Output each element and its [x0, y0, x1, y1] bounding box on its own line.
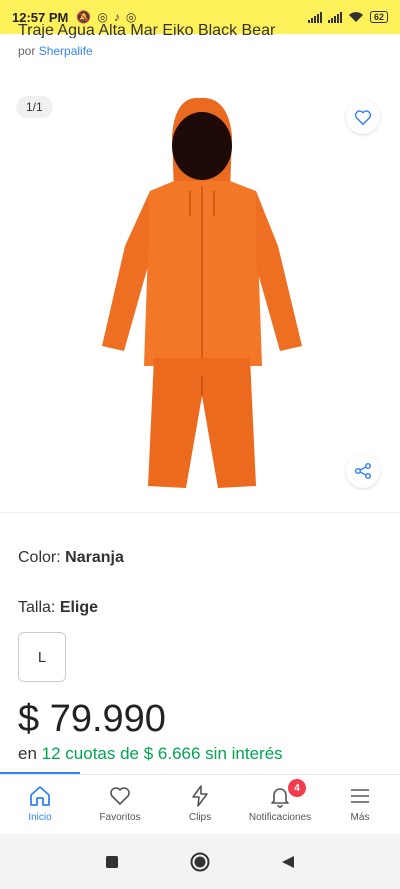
home-icon [30, 786, 50, 806]
seller-line: por Sherpalife [18, 44, 93, 58]
gallery-counter: 1/1 [16, 96, 53, 118]
size-label: Talla: [18, 599, 56, 616]
favorite-button[interactable] [346, 100, 380, 134]
installments-info: en 12 cuotas de $ 6.666 sin interés [18, 744, 283, 764]
back-icon[interactable] [281, 855, 295, 869]
recent-apps-icon[interactable] [105, 855, 119, 869]
tiktok-icon: ♪ [113, 10, 120, 24]
nav-item-mas[interactable]: Más [320, 775, 400, 834]
heart-icon [110, 787, 130, 805]
share-icon [354, 462, 372, 480]
instagram-icon: ◎ [97, 10, 108, 24]
nav-label: Más [350, 812, 370, 823]
size-option-l[interactable]: L [18, 632, 66, 682]
wifi-icon [348, 12, 363, 22]
battery-icon: 62 [369, 11, 388, 23]
nav-label: Inicio [28, 812, 52, 823]
signal-icon [307, 11, 322, 23]
installments-prefix: en [18, 744, 37, 763]
size-value: Elige [59, 599, 99, 616]
status-notification-icons: 🔕 ◎ ♪ ◎ [76, 10, 136, 24]
nav-label: Clips [188, 812, 212, 823]
color-selector[interactable]: Color: Naranja [18, 549, 124, 567]
signal-icon [327, 11, 342, 23]
instagram-icon: ◎ [125, 10, 137, 24]
color-value: Naranja [65, 549, 124, 566]
android-navigation-bar [0, 834, 400, 889]
seller-link[interactable]: Sherpalife [39, 44, 93, 58]
product-price: $ 79.990 [18, 698, 166, 740]
seller-prefix: por [18, 44, 36, 58]
color-label: Color: [18, 549, 61, 566]
heart-icon [354, 110, 372, 125]
nav-label: Favoritos [99, 812, 141, 823]
home-circle-icon[interactable] [190, 852, 210, 872]
size-selector: Talla: Elige [18, 599, 98, 617]
product-image [102, 97, 302, 488]
divider [0, 512, 400, 513]
notification-badge: 4 [288, 779, 306, 797]
status-time: 12:57 PM [12, 9, 69, 25]
product-gallery[interactable]: 1/1 [0, 82, 400, 512]
bottom-navigation: Inicio Favoritos Clips 4 Notificaciones … [0, 774, 400, 834]
installments-text: 12 cuotas de $ 6.666 sin interés [41, 744, 283, 763]
nav-item-notificaciones[interactable]: 4 Notificaciones [240, 775, 320, 834]
nav-label: Notificaciones [248, 812, 312, 823]
nav-item-inicio[interactable]: Inicio [0, 775, 80, 834]
product-title: Traje Agua Alta Mar Eiko Black Bear [18, 24, 276, 38]
status-system-icons: 62 [307, 11, 388, 23]
menu-icon [351, 789, 369, 803]
nav-item-favoritos[interactable]: Favoritos [80, 775, 160, 834]
lightning-icon [192, 785, 208, 807]
alarm-off-icon: 🔕 [76, 10, 92, 24]
nav-item-clips[interactable]: Clips [160, 775, 240, 834]
share-button[interactable] [346, 454, 380, 488]
